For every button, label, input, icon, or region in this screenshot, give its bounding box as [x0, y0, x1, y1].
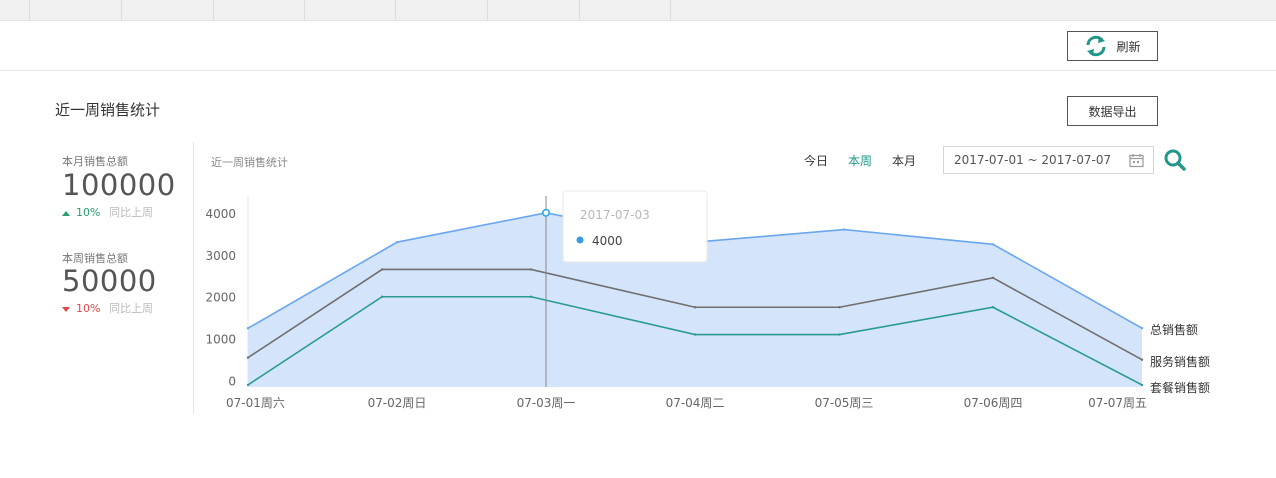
- data-point: [380, 268, 384, 271]
- y-tick-label: 4000: [205, 207, 236, 221]
- x-tick-label: 07-03周一: [517, 396, 576, 410]
- series-line-0: [247, 211, 1143, 329]
- tooltip-box: [562, 190, 708, 263]
- data-point: [838, 333, 841, 336]
- x-tick-label: 07-01周六: [226, 396, 285, 410]
- month-compare-label: 同比上周: [108, 206, 153, 219]
- date-range-input[interactable]: 2017-07-01 ~ 2017-07-07: [943, 146, 1154, 174]
- series-line-1: [247, 268, 1143, 361]
- data-point: [529, 295, 533, 298]
- data-point: [246, 327, 250, 330]
- x-tick-label: 07-07周五: [1088, 396, 1147, 410]
- refresh-label: 刷新: [1116, 39, 1141, 54]
- nav-tab[interactable]: [0, 0, 30, 20]
- panel-divider: [193, 142, 194, 414]
- series-end-label: 总销售额: [1150, 322, 1198, 337]
- data-point: [991, 243, 995, 246]
- month-sales-value: 100000: [62, 168, 176, 202]
- data-point: [693, 240, 697, 244]
- calendar-icon[interactable]: [1129, 153, 1144, 168]
- week-sales-value: 50000: [62, 264, 157, 298]
- search-icon[interactable]: [1163, 148, 1187, 172]
- tooltip-date: 2017-07-03: [580, 208, 650, 222]
- export-label: 数据导出: [1088, 104, 1137, 119]
- data-point: [1140, 383, 1144, 387]
- month-change-pct: 10%: [76, 206, 101, 219]
- page-title: 近一周销售统计: [55, 101, 161, 119]
- data-point: [246, 383, 250, 387]
- data-point: [838, 306, 841, 309]
- refresh-icon: [1086, 35, 1106, 57]
- arrow-down-icon: [62, 306, 70, 312]
- y-tick-label: 1000: [205, 333, 236, 347]
- data-point: [693, 333, 697, 336]
- range-tab-week[interactable]: 本周: [848, 152, 872, 169]
- x-tick-label: 07-02周日: [368, 396, 427, 410]
- data-point: [544, 211, 548, 214]
- series-area-0: [248, 212, 1142, 387]
- x-tick-label: 07-06周四: [964, 396, 1023, 410]
- refresh-button[interactable]: 刷新: [1067, 31, 1158, 61]
- range-tab-month[interactable]: 本月: [892, 152, 916, 169]
- y-tick-label: 0: [228, 375, 236, 389]
- nav-tab[interactable]: [580, 0, 671, 20]
- data-point: [529, 268, 533, 271]
- hover-point: [541, 208, 550, 217]
- data-point: [991, 276, 995, 280]
- arrow-up-icon: [62, 210, 70, 216]
- nav-tab[interactable]: [396, 0, 488, 20]
- week-change-pct: 10%: [76, 302, 101, 315]
- y-tick-label: 3000: [205, 249, 236, 263]
- nav-tab[interactable]: [488, 0, 580, 20]
- data-point: [1140, 358, 1144, 361]
- nav-tab[interactable]: [122, 0, 214, 20]
- data-point: [842, 228, 846, 231]
- series-line-2: [247, 295, 1143, 386]
- top-nav: [0, 0, 1276, 21]
- x-tick-label: 07-04周二: [666, 396, 725, 410]
- data-point: [246, 356, 250, 359]
- data-point: [1140, 327, 1144, 330]
- chart-title: 近一周销售统计: [211, 156, 288, 169]
- data-point: [395, 240, 399, 244]
- range-tab-today[interactable]: 今日: [804, 152, 828, 169]
- series-end-label: 套餐销售额: [1150, 380, 1210, 395]
- nav-tab[interactable]: [214, 0, 305, 20]
- data-point: [380, 295, 384, 298]
- nav-tab[interactable]: [30, 0, 122, 20]
- date-range-value: 2017-07-01 ~ 2017-07-07: [954, 153, 1112, 167]
- week-sales-change: 10% 同比上周: [62, 300, 153, 316]
- nav-tab[interactable]: [305, 0, 396, 20]
- tooltip-value: 4000: [592, 234, 623, 248]
- data-point: [693, 306, 697, 309]
- month-sales-label: 本月销售总额: [62, 155, 128, 168]
- tooltip-marker: [576, 236, 584, 244]
- data-point: [991, 306, 995, 309]
- divider: [0, 70, 1276, 71]
- sales-line-chart: 总销售额服务销售额套餐销售额 0 1000 2000 3000 4000 07-01周六 07…: [205, 190, 1210, 410]
- month-sales-change: 10% 同比上周: [62, 204, 153, 220]
- week-compare-label: 同比上周: [108, 302, 153, 315]
- y-tick-label: 2000: [205, 291, 236, 305]
- export-button[interactable]: 数据导出: [1067, 96, 1158, 126]
- x-tick-label: 07-05周三: [815, 396, 874, 410]
- series-end-label: 服务销售额: [1150, 354, 1210, 369]
